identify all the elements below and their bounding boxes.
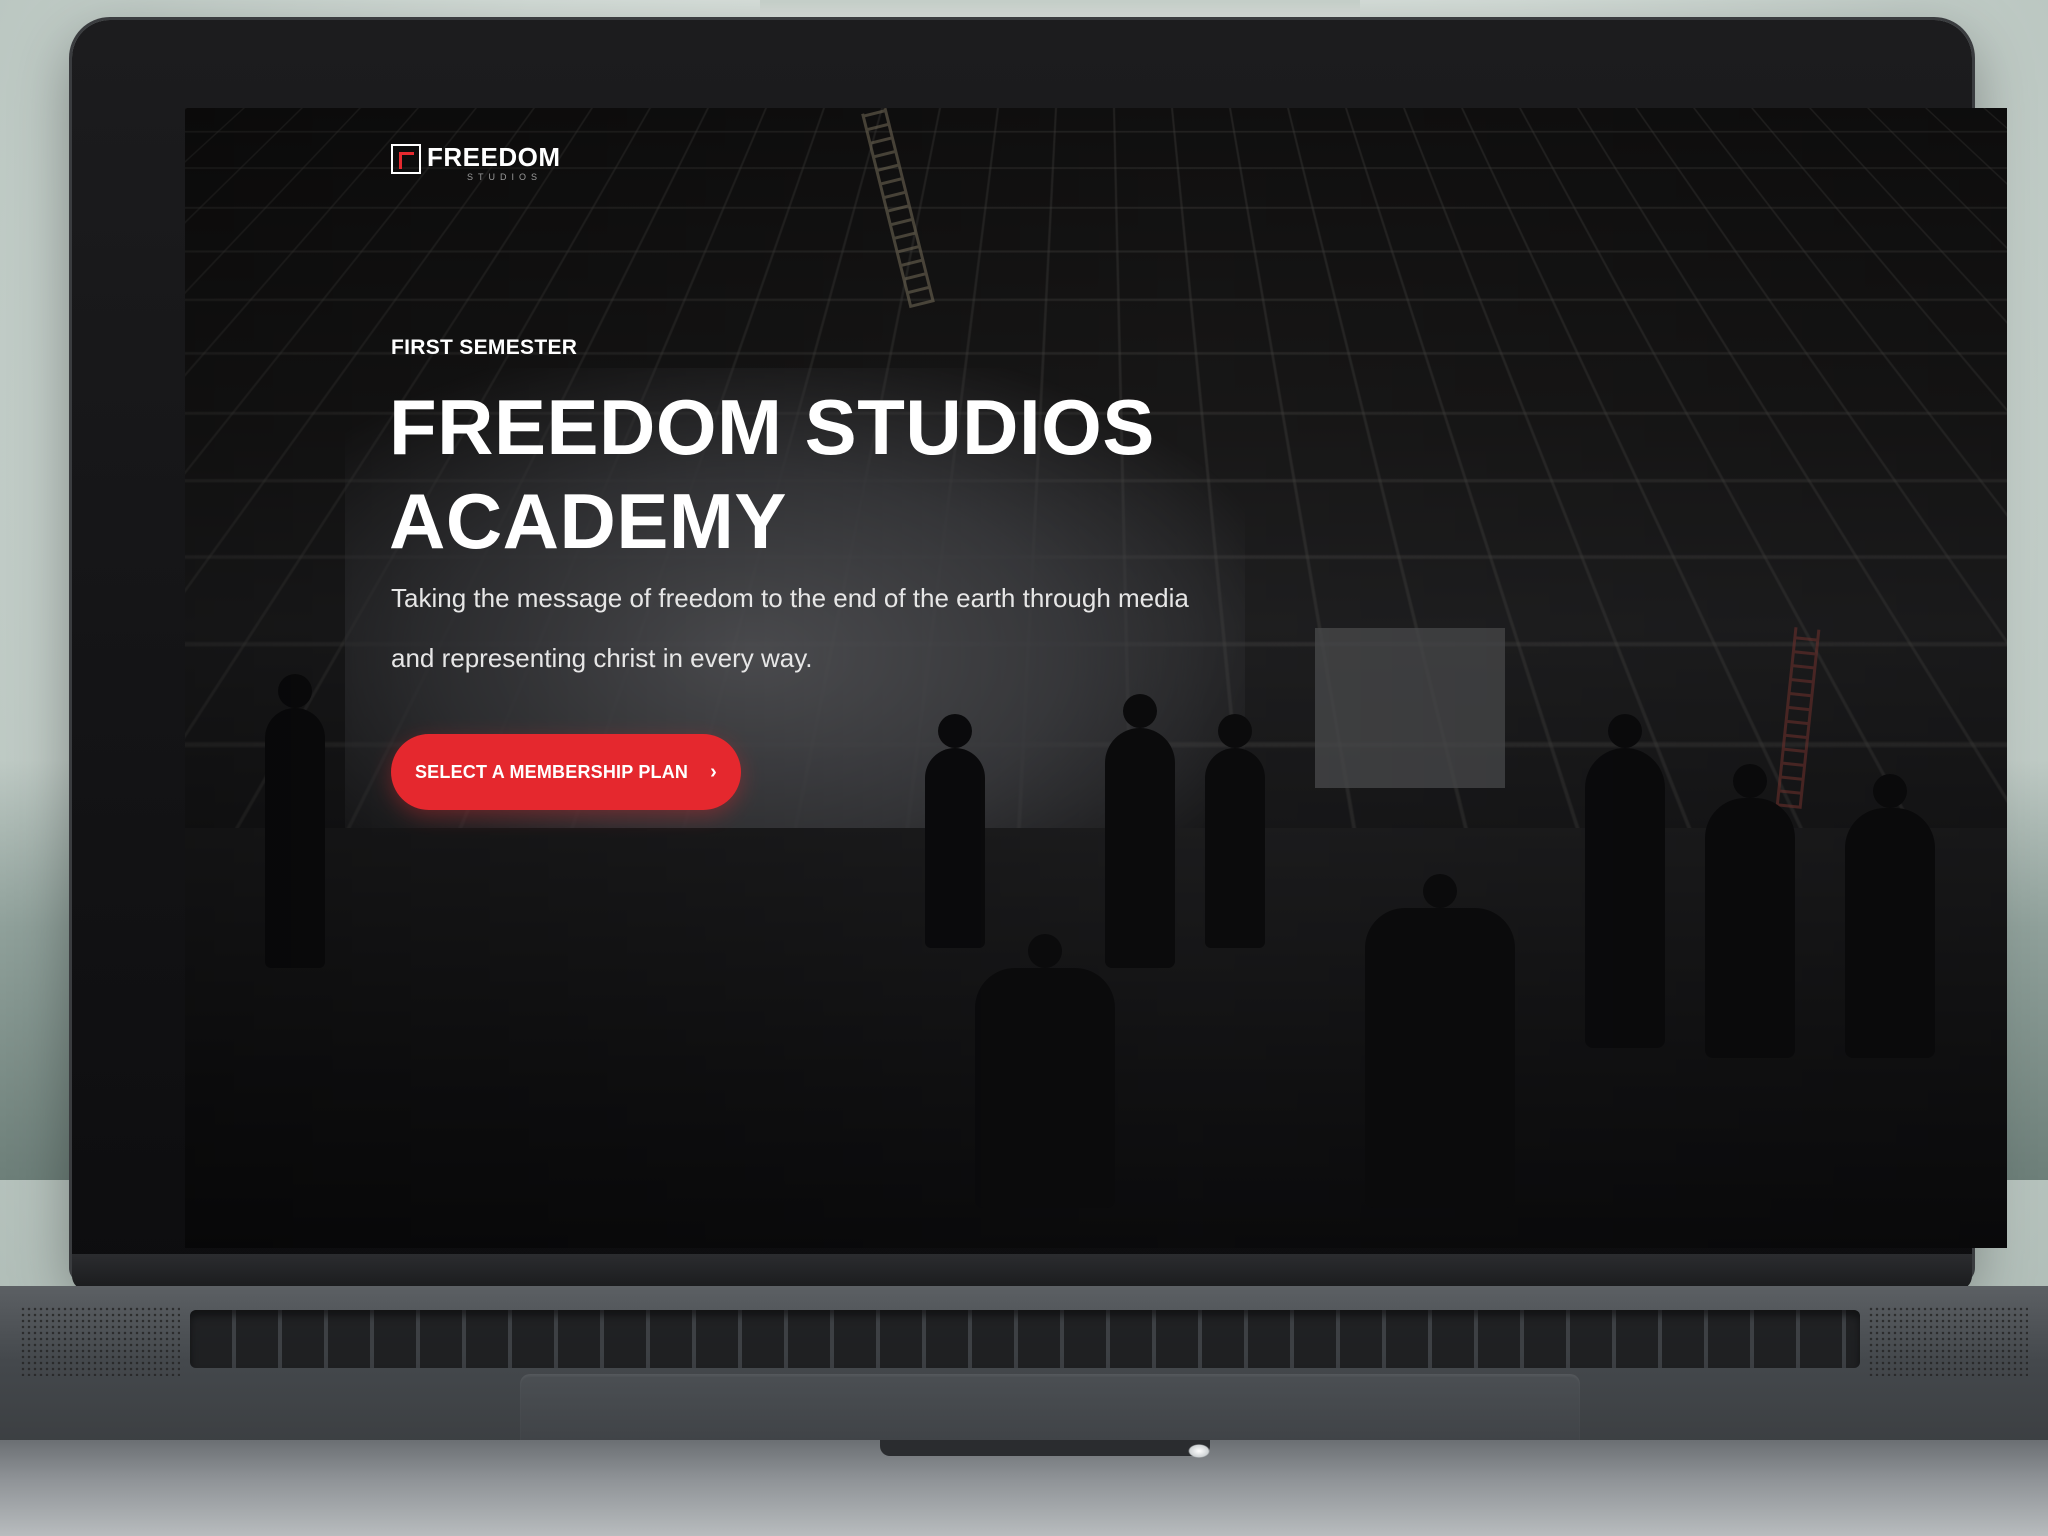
logo-mark-icon: [391, 144, 421, 174]
select-membership-plan-button[interactable]: SELECT A MEMBERSHIP PLAN ›: [391, 734, 741, 810]
laptop-hinge: [72, 1254, 1972, 1290]
hero-description: Taking the message of freedom to the end…: [391, 568, 1391, 688]
chevron-right-icon: ›: [710, 762, 717, 782]
keyboard: [190, 1310, 1860, 1368]
hero-title: FREEDOM STUDIOS ACADEMY: [389, 380, 1289, 568]
laptop-screen: FREEDOM STUDIOS FIRST SEMESTER FREEDOM S…: [185, 108, 2007, 1248]
trackpad: [520, 1374, 1580, 1446]
left-speaker-grill: [20, 1306, 180, 1376]
background-window: [760, 0, 1360, 22]
hero-description-line-2: and representing christ in every way.: [391, 643, 813, 673]
laptop-lid: FREEDOM STUDIOS FIRST SEMESTER FREEDOM S…: [72, 20, 1972, 1280]
logo-name: FREEDOM: [427, 144, 561, 170]
site-logo[interactable]: FREEDOM STUDIOS: [391, 144, 561, 174]
hero-eyebrow: FIRST SEMESTER: [391, 336, 577, 360]
status-light-icon: [1188, 1444, 1210, 1458]
laptop-notch: [880, 1440, 1210, 1456]
hero-title-line-1: FREEDOM STUDIOS: [389, 383, 1155, 471]
hero-title-line-2: ACADEMY: [389, 477, 787, 565]
hero-description-line-1: Taking the message of freedom to the end…: [391, 583, 1189, 613]
cta-label: SELECT A MEMBERSHIP PLAN: [415, 762, 688, 783]
logo-subtitle: STUDIOS: [467, 172, 542, 182]
right-speaker-grill: [1868, 1306, 2028, 1376]
